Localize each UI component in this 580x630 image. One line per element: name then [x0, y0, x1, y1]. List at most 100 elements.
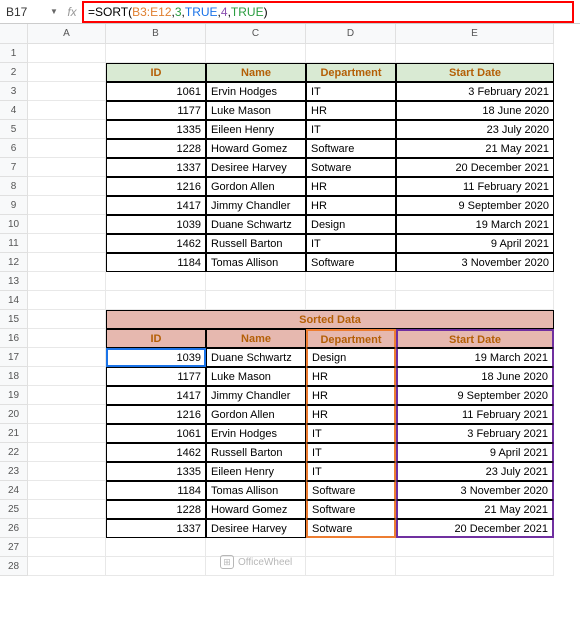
empty-cell[interactable] [206, 272, 306, 291]
table1-cell-id[interactable]: 1216 [106, 177, 206, 196]
empty-cell[interactable] [396, 538, 554, 557]
table1-cell-name[interactable]: Ervin Hodges [206, 82, 306, 101]
empty-cell[interactable] [206, 291, 306, 310]
row-header[interactable]: 15 [0, 310, 28, 329]
empty-cell[interactable] [28, 348, 106, 367]
table2-cell-date[interactable]: 23 July 2021 [396, 462, 554, 481]
empty-cell[interactable] [396, 272, 554, 291]
empty-cell[interactable] [28, 158, 106, 177]
table2-cell-dept[interactable]: HR [306, 367, 396, 386]
row-header[interactable]: 3 [0, 82, 28, 101]
empty-cell[interactable] [28, 462, 106, 481]
empty-cell[interactable] [28, 215, 106, 234]
table2-cell-id[interactable]: 1177 [106, 367, 206, 386]
row-header[interactable]: 8 [0, 177, 28, 196]
table1-cell-name[interactable]: Gordon Allen [206, 177, 306, 196]
row-header[interactable]: 25 [0, 500, 28, 519]
empty-cell[interactable] [106, 272, 206, 291]
row-header[interactable]: 4 [0, 101, 28, 120]
table2-cell-date[interactable]: 9 April 2021 [396, 443, 554, 462]
table2-cell-dept[interactable]: IT [306, 443, 396, 462]
empty-cell[interactable] [106, 557, 206, 576]
empty-cell[interactable] [306, 538, 396, 557]
cell-reference[interactable]: B17 [0, 3, 50, 21]
row-header[interactable]: 24 [0, 481, 28, 500]
table2-cell-dept[interactable]: IT [306, 462, 396, 481]
table1-header-dept[interactable]: Department [306, 63, 396, 82]
table1-header-name[interactable]: Name [206, 63, 306, 82]
column-header[interactable]: C [206, 24, 306, 44]
column-header[interactable]: A [28, 24, 106, 44]
table2-header-dept[interactable]: Department [306, 329, 396, 348]
table2-cell-date[interactable]: 20 December 2021 [396, 519, 554, 538]
table1-cell-id[interactable]: 1039 [106, 215, 206, 234]
table2-cell-id[interactable]: 1337 [106, 519, 206, 538]
row-header[interactable]: 14 [0, 291, 28, 310]
table1-cell-dept[interactable]: IT [306, 82, 396, 101]
empty-cell[interactable] [28, 329, 106, 348]
row-header[interactable]: 16 [0, 329, 28, 348]
table2-cell-date[interactable]: 11 February 2021 [396, 405, 554, 424]
empty-cell[interactable] [28, 234, 106, 253]
row-header[interactable]: 27 [0, 538, 28, 557]
empty-cell[interactable] [28, 310, 106, 329]
table1-cell-date[interactable]: 23 July 2020 [396, 120, 554, 139]
table2-cell-name[interactable]: Luke Mason [206, 367, 306, 386]
empty-cell[interactable] [306, 557, 396, 576]
row-header[interactable]: 2 [0, 63, 28, 82]
empty-cell[interactable] [206, 44, 306, 63]
table2-cell-dept[interactable]: Sotware [306, 519, 396, 538]
empty-cell[interactable] [28, 443, 106, 462]
row-header[interactable]: 19 [0, 386, 28, 405]
empty-cell[interactable] [28, 139, 106, 158]
row-header[interactable]: 13 [0, 272, 28, 291]
table1-cell-dept[interactable]: Software [306, 253, 396, 272]
table1-cell-id[interactable]: 1337 [106, 158, 206, 177]
empty-cell[interactable] [28, 82, 106, 101]
row-header[interactable]: 17 [0, 348, 28, 367]
table1-cell-dept[interactable]: HR [306, 101, 396, 120]
table1-cell-date[interactable]: 3 February 2021 [396, 82, 554, 101]
table1-cell-date[interactable]: 19 March 2021 [396, 215, 554, 234]
column-header[interactable]: B [106, 24, 206, 44]
table1-cell-name[interactable]: Desiree Harvey [206, 158, 306, 177]
table2-cell-name[interactable]: Duane Schwartz [206, 348, 306, 367]
empty-cell[interactable] [28, 519, 106, 538]
table2-cell-id[interactable]: 1462 [106, 443, 206, 462]
empty-cell[interactable] [28, 557, 106, 576]
row-header[interactable]: 28 [0, 557, 28, 576]
fx-icon[interactable]: fx [62, 5, 82, 19]
row-header[interactable]: 18 [0, 367, 28, 386]
table1-cell-dept[interactable]: Software [306, 139, 396, 158]
table2-cell-date[interactable]: 3 November 2020 [396, 481, 554, 500]
table2-cell-dept[interactable]: Software [306, 481, 396, 500]
table1-cell-dept[interactable]: Design [306, 215, 396, 234]
empty-cell[interactable] [28, 120, 106, 139]
empty-cell[interactable] [106, 44, 206, 63]
table1-cell-dept[interactable]: IT [306, 234, 396, 253]
table2-cell-dept[interactable]: Software [306, 500, 396, 519]
empty-cell[interactable] [396, 557, 554, 576]
table2-cell-dept[interactable]: HR [306, 386, 396, 405]
table1-cell-id[interactable]: 1335 [106, 120, 206, 139]
table1-cell-id[interactable]: 1417 [106, 196, 206, 215]
dropdown-icon[interactable]: ▼ [50, 7, 62, 16]
table2-cell-id[interactable]: 1417 [106, 386, 206, 405]
table2-cell-dept[interactable]: IT [306, 424, 396, 443]
table1-cell-dept[interactable]: HR [306, 177, 396, 196]
row-header[interactable]: 12 [0, 253, 28, 272]
table2-cell-name[interactable]: Howard Gomez [206, 500, 306, 519]
row-header[interactable]: 26 [0, 519, 28, 538]
empty-cell[interactable] [106, 291, 206, 310]
table1-cell-name[interactable]: Luke Mason [206, 101, 306, 120]
empty-cell[interactable] [306, 272, 396, 291]
empty-cell[interactable] [396, 44, 554, 63]
empty-cell[interactable] [28, 481, 106, 500]
column-header[interactable]: E [396, 24, 554, 44]
empty-cell[interactable] [106, 538, 206, 557]
row-header[interactable]: 21 [0, 424, 28, 443]
sorted-title[interactable]: Sorted Data [106, 310, 554, 329]
table2-header-date[interactable]: Start Date [396, 329, 554, 348]
table2-cell-id[interactable]: 1216 [106, 405, 206, 424]
formula-bar[interactable]: =SORT(B3:E12,3,TRUE,4,TRUE) [82, 1, 574, 23]
